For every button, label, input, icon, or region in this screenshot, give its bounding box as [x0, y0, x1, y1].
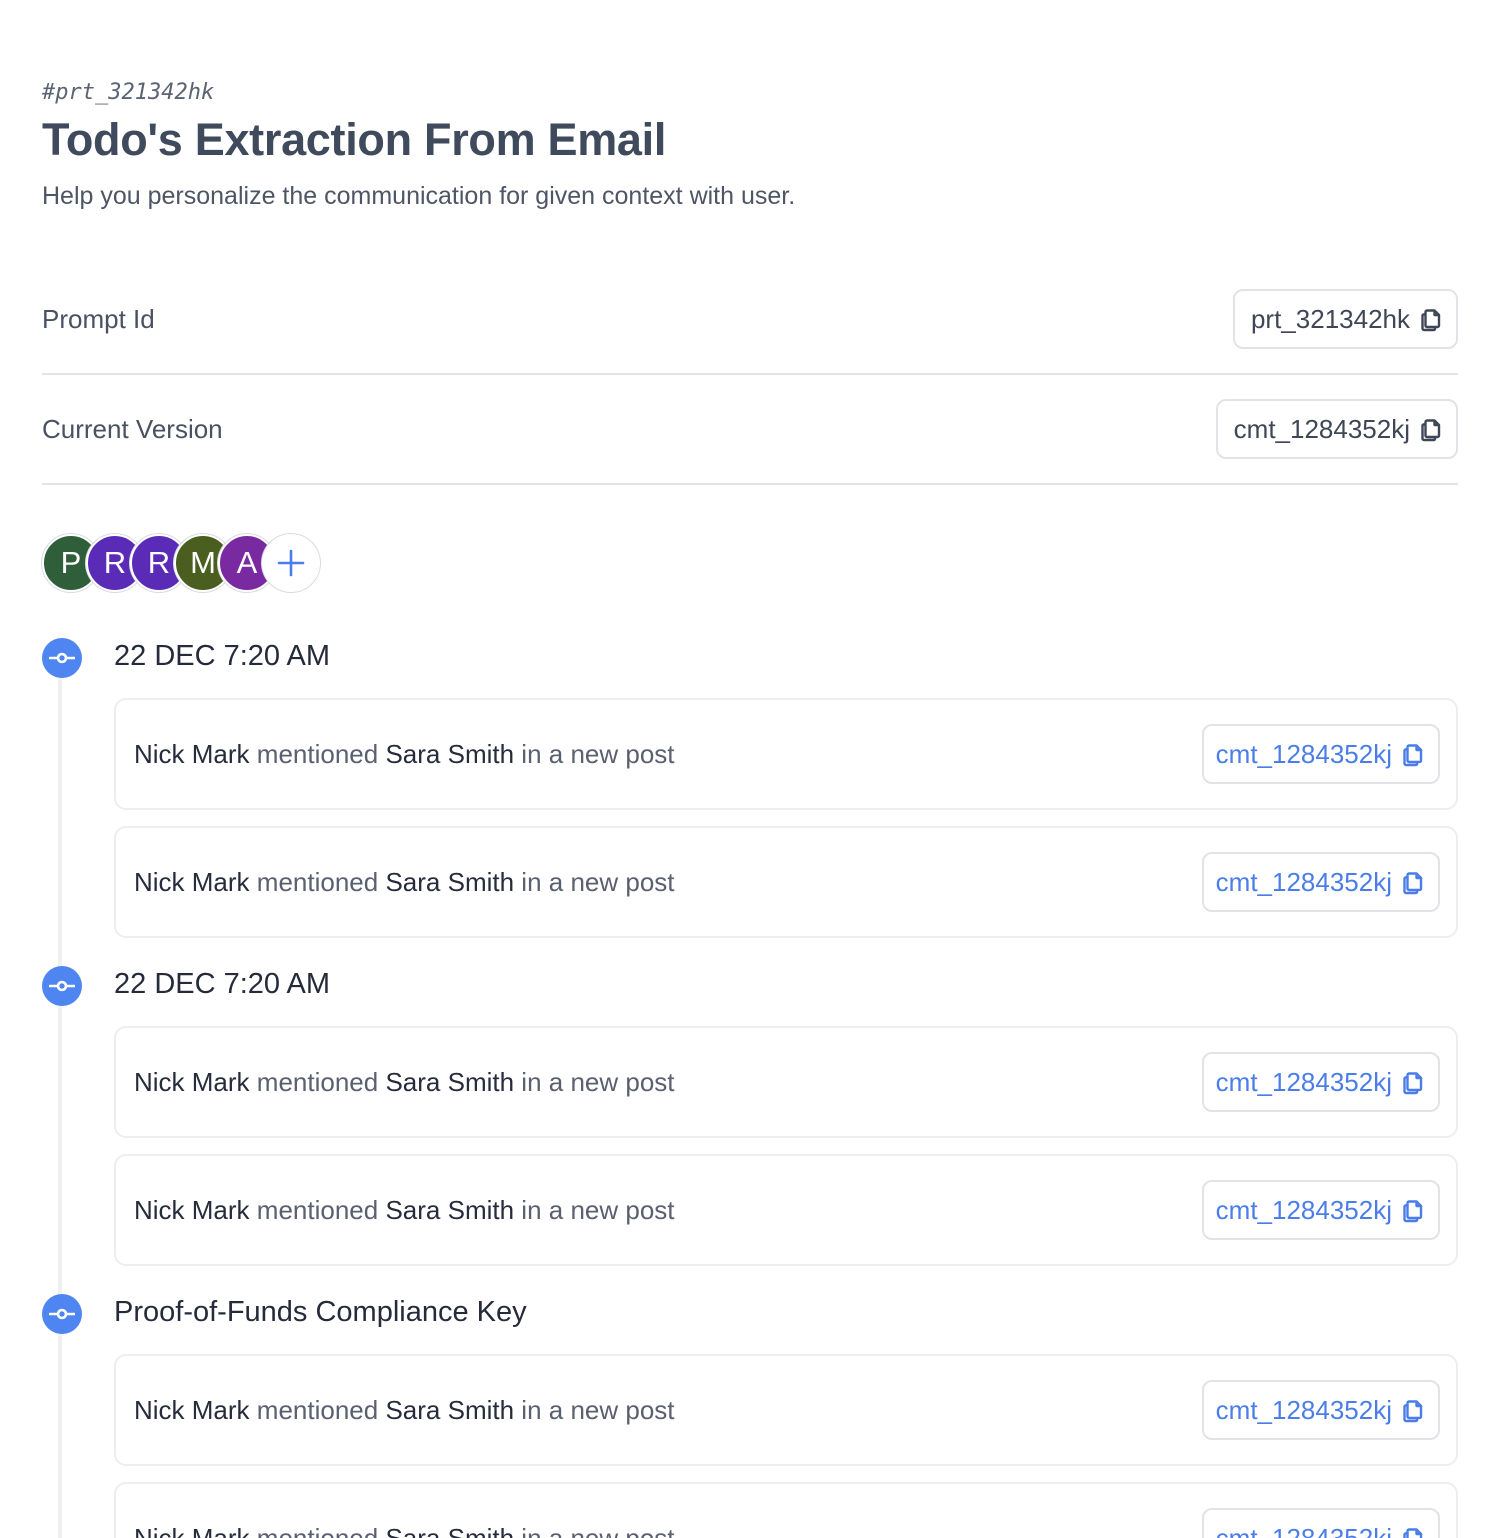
event-actor[interactable]: Nick Mark	[134, 739, 250, 769]
event-actor[interactable]: Nick Mark	[134, 1195, 250, 1225]
copy-icon	[1403, 872, 1423, 895]
current-version-label: Current Version	[42, 413, 223, 444]
copy-icon	[1421, 309, 1441, 332]
event-description: Nick Mark mentioned Sara Smith in a new …	[134, 867, 675, 898]
event-target[interactable]: Sara Smith	[385, 1523, 514, 1538]
copy-icon	[1403, 1400, 1423, 1423]
current-version-copy-button[interactable]: cmt_1284352kj	[1215, 399, 1458, 459]
plus-icon	[277, 549, 305, 577]
event-suffix: in a new post	[521, 1394, 675, 1425]
member-avatars: P R R M A	[42, 534, 320, 592]
event-target[interactable]: Sara Smith	[385, 1395, 514, 1425]
event-actor[interactable]: Nick Mark	[134, 1395, 250, 1425]
timeline-event: Nick Mark mentioned Sara Smith in a new …	[114, 698, 1458, 810]
event-actor[interactable]: Nick Mark	[134, 867, 250, 897]
copy-icon	[1421, 419, 1441, 442]
add-member-button[interactable]	[262, 534, 320, 592]
copy-icon	[1403, 1072, 1423, 1095]
event-suffix: in a new post	[521, 866, 675, 897]
event-description: Nick Mark mentioned Sara Smith in a new …	[134, 1523, 675, 1538]
commit-id: cmt_1284352kj	[1215, 1066, 1392, 1097]
timeline-group-title: 22 DEC 7:20 AM	[114, 640, 330, 672]
prompt-id-copy-button[interactable]: prt_321342hk	[1232, 289, 1458, 349]
event-description: Nick Mark mentioned Sara Smith in a new …	[134, 1067, 675, 1098]
commit-copy-button[interactable]: cmt_1284352kj	[1201, 1508, 1440, 1538]
commit-id: cmt_1284352kj	[1215, 866, 1392, 897]
prompt-hash-id: #prt_321342hk	[42, 80, 215, 105]
event-suffix: in a new post	[521, 738, 675, 769]
timeline-event: Nick Mark mentioned Sara Smith in a new …	[114, 1354, 1458, 1466]
copy-icon	[1403, 1200, 1423, 1223]
commit-copy-button[interactable]: cmt_1284352kj	[1201, 1052, 1440, 1112]
event-target[interactable]: Sara Smith	[385, 867, 514, 897]
event-actor[interactable]: Nick Mark	[134, 1523, 250, 1538]
event-actor[interactable]: Nick Mark	[134, 1067, 250, 1097]
page-title: Todo's Extraction From Email	[42, 114, 667, 165]
event-verb: mentioned	[256, 1394, 379, 1425]
commit-id: cmt_1284352kj	[1215, 1394, 1392, 1425]
timeline-event: Nick Mark mentioned Sara Smith in a new …	[114, 1154, 1458, 1266]
event-suffix: in a new post	[521, 1194, 675, 1225]
event-suffix: in a new post	[521, 1522, 675, 1538]
event-suffix: in a new post	[521, 1066, 675, 1097]
event-verb: mentioned	[256, 866, 379, 897]
event-description: Nick Mark mentioned Sara Smith in a new …	[134, 1195, 675, 1226]
timeline-event: Nick Mark mentioned Sara Smith in a new …	[114, 1026, 1458, 1138]
commit-copy-button[interactable]: cmt_1284352kj	[1201, 852, 1440, 912]
prompt-id-row: Prompt Id prt_321342hk	[42, 265, 1458, 375]
git-commit-icon	[42, 1294, 82, 1334]
event-description: Nick Mark mentioned Sara Smith in a new …	[134, 1395, 675, 1426]
event-target[interactable]: Sara Smith	[385, 1067, 514, 1097]
commit-id: cmt_1284352kj	[1215, 1194, 1392, 1225]
commit-copy-button[interactable]: cmt_1284352kj	[1201, 1180, 1440, 1240]
copy-icon	[1403, 744, 1423, 767]
current-version-value: cmt_1284352kj	[1233, 413, 1410, 444]
commit-id: cmt_1284352kj	[1215, 1522, 1392, 1538]
timeline-line	[58, 670, 62, 1538]
commit-id: cmt_1284352kj	[1215, 738, 1392, 769]
prompt-id-value: prt_321342hk	[1250, 303, 1410, 334]
prompt-id-label: Prompt Id	[42, 303, 155, 334]
event-verb: mentioned	[256, 738, 379, 769]
git-commit-icon	[42, 638, 82, 678]
current-version-row: Current Version cmt_1284352kj	[42, 375, 1458, 485]
event-verb: mentioned	[256, 1194, 379, 1225]
page-subtitle: Help you personalize the communication f…	[42, 182, 796, 210]
event-target[interactable]: Sara Smith	[385, 739, 514, 769]
timeline-event: Nick Mark mentioned Sara Smith in a new …	[114, 1482, 1458, 1538]
timeline-group-title: Proof-of-Funds Compliance Key	[114, 1296, 527, 1328]
timeline-group-title: 22 DEC 7:20 AM	[114, 968, 330, 1000]
commit-copy-button[interactable]: cmt_1284352kj	[1201, 724, 1440, 784]
event-description: Nick Mark mentioned Sara Smith in a new …	[134, 739, 675, 770]
event-verb: mentioned	[256, 1066, 379, 1097]
timeline-event: Nick Mark mentioned Sara Smith in a new …	[114, 826, 1458, 938]
event-verb: mentioned	[256, 1522, 379, 1538]
event-target[interactable]: Sara Smith	[385, 1195, 514, 1225]
git-commit-icon	[42, 966, 82, 1006]
copy-icon	[1403, 1528, 1423, 1538]
commit-copy-button[interactable]: cmt_1284352kj	[1201, 1380, 1440, 1440]
